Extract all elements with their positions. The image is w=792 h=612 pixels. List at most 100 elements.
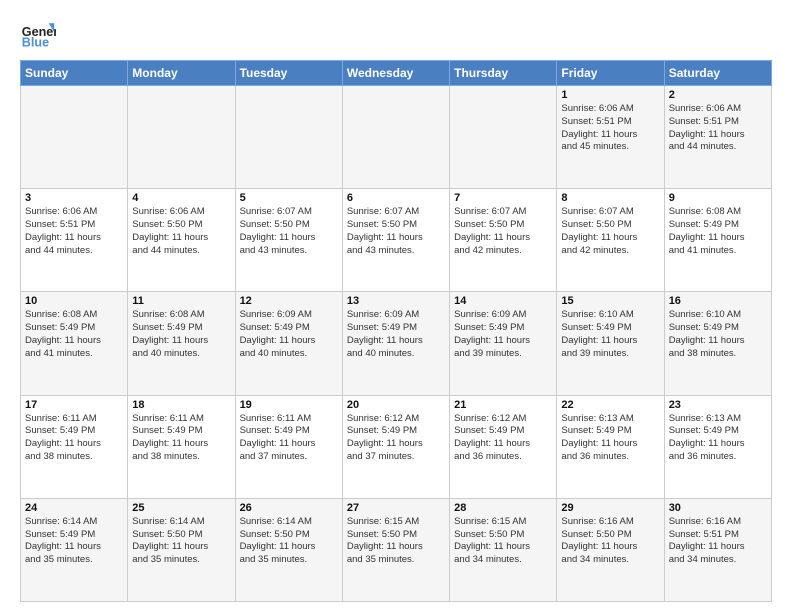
day-info: Sunrise: 6:13 AM Sunset: 5:49 PM Dayligh… bbox=[561, 413, 659, 464]
day-info: Sunrise: 6:06 AM Sunset: 5:51 PM Dayligh… bbox=[561, 103, 659, 154]
day-info: Sunrise: 6:06 AM Sunset: 5:50 PM Dayligh… bbox=[132, 206, 230, 257]
calendar-week-row: 3 Sunrise: 6:06 AM Sunset: 5:51 PM Daylig… bbox=[21, 189, 772, 292]
day-info: Sunrise: 6:08 AM Sunset: 5:49 PM Dayligh… bbox=[25, 309, 123, 360]
calendar-week-row: 24 Sunrise: 6:14 AM Sunset: 5:49 PM Dayli… bbox=[21, 498, 772, 601]
calendar-table: SundayMondayTuesdayWednesdayThursdayFrid… bbox=[20, 60, 772, 602]
calendar-cell bbox=[450, 86, 557, 189]
calendar-cell: 19Sunrise: 6:11 AM Sunset: 5:49 PM Dayli… bbox=[235, 395, 342, 498]
day-info: Sunrise: 6:16 AM Sunset: 5:50 PM Dayligh… bbox=[561, 516, 659, 567]
calendar-cell: 23 Sunrise: 6:13 AM Sunset: 5:49 PM Dayli… bbox=[664, 395, 771, 498]
calendar-cell: 30 Sunrise: 6:16 AM Sunset: 5:51 PM Dayli… bbox=[664, 498, 771, 601]
day-number: 19 bbox=[240, 399, 338, 411]
day-info: Sunrise: 6:15 AM Sunset: 5:50 PM Dayligh… bbox=[347, 516, 445, 567]
calendar-cell: 4 Sunrise: 6:06 AM Sunset: 5:50 PM Daylig… bbox=[128, 189, 235, 292]
calendar-cell: 27 Sunrise: 6:15 AM Sunset: 5:50 PM Dayli… bbox=[342, 498, 449, 601]
day-info: Sunrise: 6:11 AM Sunset: 5:49 PM Dayligh… bbox=[132, 413, 230, 464]
day-info: Sunrise: 6:08 AM Sunset: 5:49 PM Dayligh… bbox=[132, 309, 230, 360]
day-number: 8 bbox=[561, 192, 659, 204]
day-info: Sunrise: 6:12 AM Sunset: 5:49 PM Dayligh… bbox=[454, 413, 552, 464]
calendar-cell: 6Sunrise: 6:07 AM Sunset: 5:50 PM Daylig… bbox=[342, 189, 449, 292]
calendar-cell: 1 Sunrise: 6:06 AM Sunset: 5:51 PM Daylig… bbox=[557, 86, 664, 189]
calendar-cell: 26 Sunrise: 6:14 AM Sunset: 5:50 PM Dayli… bbox=[235, 498, 342, 601]
day-number: 10 bbox=[25, 295, 123, 307]
day-number: 18 bbox=[132, 399, 230, 411]
calendar-cell: 7Sunrise: 6:07 AM Sunset: 5:50 PM Daylig… bbox=[450, 189, 557, 292]
weekday-header: Wednesday bbox=[342, 61, 449, 86]
day-info: Sunrise: 6:07 AM Sunset: 5:50 PM Dayligh… bbox=[561, 206, 659, 257]
calendar-cell: 18 Sunrise: 6:11 AM Sunset: 5:49 PM Dayli… bbox=[128, 395, 235, 498]
calendar-week-row: 17Sunrise: 6:11 AM Sunset: 5:49 PM Dayli… bbox=[21, 395, 772, 498]
calendar-cell: 13 Sunrise: 6:09 AM Sunset: 5:49 PM Dayli… bbox=[342, 292, 449, 395]
day-info: Sunrise: 6:09 AM Sunset: 5:49 PM Dayligh… bbox=[347, 309, 445, 360]
day-number: 3 bbox=[25, 192, 123, 204]
calendar-week-row: 10 Sunrise: 6:08 AM Sunset: 5:49 PM Dayli… bbox=[21, 292, 772, 395]
calendar-cell: 29 Sunrise: 6:16 AM Sunset: 5:50 PM Dayli… bbox=[557, 498, 664, 601]
calendar-cell: 9 Sunrise: 6:08 AM Sunset: 5:49 PM Daylig… bbox=[664, 189, 771, 292]
calendar-cell: 11 Sunrise: 6:08 AM Sunset: 5:49 PM Dayli… bbox=[128, 292, 235, 395]
calendar-cell bbox=[21, 86, 128, 189]
day-number: 9 bbox=[669, 192, 767, 204]
weekday-header: Friday bbox=[557, 61, 664, 86]
calendar-cell: 25 Sunrise: 6:14 AM Sunset: 5:50 PM Dayli… bbox=[128, 498, 235, 601]
day-info: Sunrise: 6:06 AM Sunset: 5:51 PM Dayligh… bbox=[669, 103, 767, 154]
calendar-cell: 3 Sunrise: 6:06 AM Sunset: 5:51 PM Daylig… bbox=[21, 189, 128, 292]
day-info: Sunrise: 6:09 AM Sunset: 5:49 PM Dayligh… bbox=[454, 309, 552, 360]
weekday-header: Monday bbox=[128, 61, 235, 86]
day-info: Sunrise: 6:10 AM Sunset: 5:49 PM Dayligh… bbox=[669, 309, 767, 360]
day-number: 21 bbox=[454, 399, 552, 411]
day-info: Sunrise: 6:13 AM Sunset: 5:49 PM Dayligh… bbox=[669, 413, 767, 464]
calendar-header-row: SundayMondayTuesdayWednesdayThursdayFrid… bbox=[21, 61, 772, 86]
day-number: 28 bbox=[454, 502, 552, 514]
day-number: 4 bbox=[132, 192, 230, 204]
day-number: 14 bbox=[454, 295, 552, 307]
calendar-cell bbox=[128, 86, 235, 189]
calendar-cell: 8 Sunrise: 6:07 AM Sunset: 5:50 PM Daylig… bbox=[557, 189, 664, 292]
calendar-cell: 24 Sunrise: 6:14 AM Sunset: 5:49 PM Dayli… bbox=[21, 498, 128, 601]
day-info: Sunrise: 6:14 AM Sunset: 5:49 PM Dayligh… bbox=[25, 516, 123, 567]
day-info: Sunrise: 6:10 AM Sunset: 5:49 PM Dayligh… bbox=[561, 309, 659, 360]
calendar-cell: 22 Sunrise: 6:13 AM Sunset: 5:49 PM Dayli… bbox=[557, 395, 664, 498]
day-info: Sunrise: 6:15 AM Sunset: 5:50 PM Dayligh… bbox=[454, 516, 552, 567]
day-number: 23 bbox=[669, 399, 767, 411]
day-info: Sunrise: 6:07 AM Sunset: 5:50 PM Dayligh… bbox=[240, 206, 338, 257]
day-number: 11 bbox=[132, 295, 230, 307]
calendar-cell: 16 Sunrise: 6:10 AM Sunset: 5:49 PM Dayli… bbox=[664, 292, 771, 395]
calendar-cell: 2 Sunrise: 6:06 AM Sunset: 5:51 PM Daylig… bbox=[664, 86, 771, 189]
day-number: 20 bbox=[347, 399, 445, 411]
day-number: 24 bbox=[25, 502, 123, 514]
calendar-cell: 10 Sunrise: 6:08 AM Sunset: 5:49 PM Dayli… bbox=[21, 292, 128, 395]
day-number: 7 bbox=[454, 192, 552, 204]
day-number: 5 bbox=[240, 192, 338, 204]
day-info: Sunrise: 6:14 AM Sunset: 5:50 PM Dayligh… bbox=[240, 516, 338, 567]
day-number: 2 bbox=[669, 89, 767, 101]
day-number: 12 bbox=[240, 295, 338, 307]
calendar-cell: 5 Sunrise: 6:07 AM Sunset: 5:50 PM Daylig… bbox=[235, 189, 342, 292]
day-number: 26 bbox=[240, 502, 338, 514]
calendar-cell bbox=[342, 86, 449, 189]
calendar-cell: 12 Sunrise: 6:09 AM Sunset: 5:49 PM Dayli… bbox=[235, 292, 342, 395]
day-number: 30 bbox=[669, 502, 767, 514]
day-info: Sunrise: 6:16 AM Sunset: 5:51 PM Dayligh… bbox=[669, 516, 767, 567]
logo-icon: General Blue bbox=[20, 16, 56, 52]
day-info: Sunrise: 6:06 AM Sunset: 5:51 PM Dayligh… bbox=[25, 206, 123, 257]
day-number: 13 bbox=[347, 295, 445, 307]
calendar-cell: 20Sunrise: 6:12 AM Sunset: 5:49 PM Dayli… bbox=[342, 395, 449, 498]
calendar-cell: 15 Sunrise: 6:10 AM Sunset: 5:49 PM Dayli… bbox=[557, 292, 664, 395]
calendar-cell: 14 Sunrise: 6:09 AM Sunset: 5:49 PM Dayli… bbox=[450, 292, 557, 395]
calendar-cell: 17Sunrise: 6:11 AM Sunset: 5:49 PM Dayli… bbox=[21, 395, 128, 498]
day-number: 25 bbox=[132, 502, 230, 514]
day-number: 22 bbox=[561, 399, 659, 411]
day-info: Sunrise: 6:11 AM Sunset: 5:49 PM Dayligh… bbox=[25, 413, 123, 464]
day-number: 29 bbox=[561, 502, 659, 514]
day-number: 15 bbox=[561, 295, 659, 307]
svg-text:Blue: Blue bbox=[22, 36, 49, 50]
header: General Blue bbox=[20, 16, 772, 52]
day-info: Sunrise: 6:08 AM Sunset: 5:49 PM Dayligh… bbox=[669, 206, 767, 257]
day-number: 27 bbox=[347, 502, 445, 514]
day-info: Sunrise: 6:09 AM Sunset: 5:49 PM Dayligh… bbox=[240, 309, 338, 360]
day-info: Sunrise: 6:07 AM Sunset: 5:50 PM Dayligh… bbox=[347, 206, 445, 257]
day-number: 1 bbox=[561, 89, 659, 101]
calendar-cell: 21 Sunrise: 6:12 AM Sunset: 5:49 PM Dayli… bbox=[450, 395, 557, 498]
day-number: 16 bbox=[669, 295, 767, 307]
day-info: Sunrise: 6:14 AM Sunset: 5:50 PM Dayligh… bbox=[132, 516, 230, 567]
